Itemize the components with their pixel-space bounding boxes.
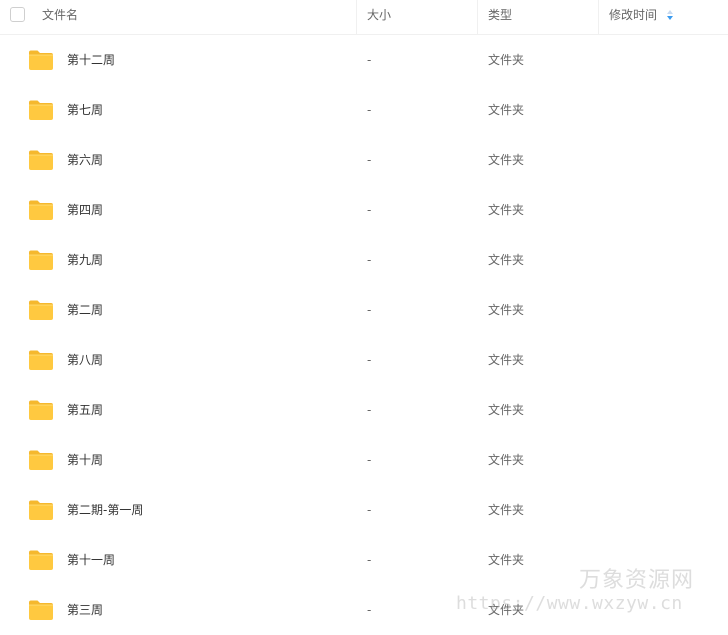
file-type: 文件夹 [488, 503, 525, 517]
file-row[interactable]: 第二期-第一周 - 文件夹 [0, 485, 728, 535]
folder-icon[interactable] [28, 599, 54, 621]
file-type: 文件夹 [488, 603, 525, 617]
file-row[interactable]: 第三周 - 文件夹 [0, 585, 728, 635]
folder-icon[interactable] [28, 299, 54, 321]
folder-icon[interactable] [28, 449, 54, 471]
file-row[interactable]: 第十二周 - 文件夹 [0, 35, 728, 85]
folder-icon[interactable] [28, 99, 54, 121]
file-name[interactable]: 第十周 [67, 435, 103, 485]
folder-icon[interactable] [28, 199, 54, 221]
folder-icon[interactable] [28, 499, 54, 521]
file-row[interactable]: 第九周 - 文件夹 [0, 235, 728, 285]
file-type: 文件夹 [488, 403, 525, 417]
file-size: - [367, 453, 372, 467]
file-name[interactable]: 第七周 [67, 85, 103, 135]
sort-icon[interactable] [666, 9, 674, 21]
column-header-type[interactable]: 类型 [488, 0, 512, 34]
folder-icon[interactable] [28, 349, 54, 371]
file-name[interactable]: 第十二周 [67, 35, 115, 85]
file-name[interactable]: 第五周 [67, 385, 103, 435]
folder-icon[interactable] [28, 249, 54, 271]
file-row[interactable]: 第五周 - 文件夹 [0, 385, 728, 435]
file-type: 文件夹 [488, 203, 525, 217]
file-size: - [367, 553, 372, 567]
file-name[interactable]: 第三周 [67, 585, 103, 635]
folder-icon[interactable] [28, 549, 54, 571]
file-type: 文件夹 [488, 253, 525, 267]
file-size: - [367, 403, 372, 417]
file-size: - [367, 253, 372, 267]
file-size: - [367, 603, 372, 617]
file-name[interactable]: 第二期-第一周 [67, 485, 143, 535]
file-row[interactable]: 第十周 - 文件夹 [0, 435, 728, 485]
file-name[interactable]: 第二周 [67, 285, 103, 335]
column-divider[interactable] [356, 0, 357, 34]
file-name[interactable]: 第十一周 [67, 535, 115, 585]
file-size: - [367, 303, 372, 317]
file-name[interactable]: 第八周 [67, 335, 103, 385]
select-all-checkbox[interactable] [10, 7, 25, 22]
file-name[interactable]: 第九周 [67, 235, 103, 285]
file-row[interactable]: 第六周 - 文件夹 [0, 135, 728, 185]
column-header-name[interactable]: 文件名 [42, 0, 78, 34]
file-row[interactable]: 第七周 - 文件夹 [0, 85, 728, 135]
file-row[interactable]: 第二周 - 文件夹 [0, 285, 728, 335]
file-size: - [367, 353, 372, 367]
file-size: - [367, 53, 372, 67]
file-type: 文件夹 [488, 53, 525, 67]
file-size: - [367, 103, 372, 117]
file-type: 文件夹 [488, 553, 525, 567]
file-list-header: 文件名 大小 类型 修改时间 [0, 0, 728, 35]
file-size: - [367, 503, 372, 517]
file-row[interactable]: 第十一周 - 文件夹 [0, 535, 728, 585]
file-name[interactable]: 第四周 [67, 185, 103, 235]
file-type: 文件夹 [488, 153, 525, 167]
file-size: - [367, 203, 372, 217]
file-size: - [367, 153, 372, 167]
file-name[interactable]: 第六周 [67, 135, 103, 185]
file-type: 文件夹 [488, 353, 525, 367]
folder-icon[interactable] [28, 49, 54, 71]
file-row[interactable]: 第四周 - 文件夹 [0, 185, 728, 235]
column-divider[interactable] [477, 0, 478, 34]
file-type: 文件夹 [488, 303, 525, 317]
column-header-modified[interactable]: 修改时间 [609, 0, 657, 34]
folder-icon[interactable] [28, 399, 54, 421]
file-row[interactable]: 第八周 - 文件夹 [0, 335, 728, 385]
column-divider[interactable] [598, 0, 599, 34]
file-type: 文件夹 [488, 103, 525, 117]
file-type: 文件夹 [488, 453, 525, 467]
folder-icon[interactable] [28, 149, 54, 171]
column-header-size[interactable]: 大小 [367, 0, 391, 34]
